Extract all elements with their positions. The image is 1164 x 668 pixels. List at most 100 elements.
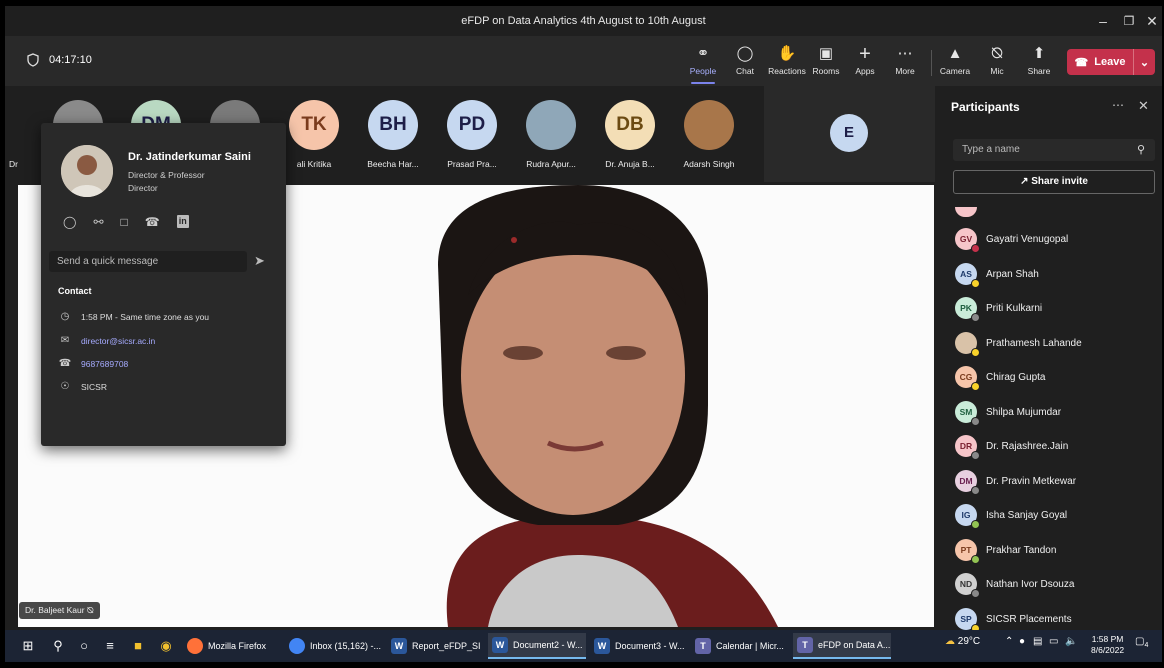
camera-button[interactable]: ▲ Camera <box>933 44 977 82</box>
tray-overflow-icon[interactable]: ⌃ <box>1005 636 1013 647</box>
chat-button[interactable]: ◯ Chat <box>723 44 767 82</box>
participant-row[interactable]: PK Priti Kulkarni <box>955 296 1042 322</box>
participant-row[interactable]: PT Prakhar Tandon <box>955 538 1056 564</box>
network-icon[interactable]: ▤ <box>1033 636 1042 647</box>
apps-button[interactable]: + Apps <box>843 44 887 82</box>
rooms-button[interactable]: ▣ Rooms <box>804 44 848 82</box>
leave-button[interactable]: ☎ Leave ⌄ <box>1067 49 1155 75</box>
participant-row[interactable]: SP SICSR Placements <box>955 607 1072 633</box>
taskbar-firefox[interactable]: Mozilla Firefox <box>183 633 279 659</box>
close-icon[interactable]: ✕ <box>1138 98 1149 114</box>
gallery-tile[interactable]: TK ali Kritika <box>275 86 353 185</box>
mic-button[interactable]: ⦰ Mic <box>975 44 1019 82</box>
more-button[interactable]: ⋯ More <box>883 44 927 82</box>
quick-message-input[interactable]: Send a quick message <box>49 251 247 272</box>
chevron-down-icon: ⌄ <box>1139 56 1150 69</box>
more-options-icon[interactable]: ⋯ <box>1112 98 1124 112</box>
gallery-tile[interactable]: BH Beecha Har... <box>354 86 432 185</box>
notification-center-icon[interactable]: ▢4 <box>1135 636 1148 649</box>
taskbar-clock[interactable]: 1:58 PM 8/6/2022 <box>1091 634 1124 656</box>
gallery-tile[interactable]: Rudra Apur... <box>512 86 590 185</box>
avatar: SP <box>955 608 980 633</box>
taskbar-report-doc[interactable]: W Report_eFDP_SI... <box>387 633 481 659</box>
word-icon: W <box>391 638 407 654</box>
windows-taskbar: ⊞ ⚲ ○ ≡ ■ ◉ Mozilla Firefox Inbox (15,16… <box>5 630 1162 662</box>
share-invite-button[interactable]: ↗ Share invite <box>953 170 1155 194</box>
chrome-app-icon <box>289 638 305 654</box>
profile-photo <box>61 145 113 197</box>
sticky-notes-icon[interactable]: ■ <box>127 635 149 657</box>
avatar: DR <box>955 435 980 460</box>
phone-icon[interactable]: ☎ <box>145 215 160 229</box>
close-window-button[interactable]: ✕ <box>1139 12 1162 30</box>
participant-row[interactable]: IG Isha Sanjay Goyal <box>955 503 1067 529</box>
avatar: PT <box>955 539 980 564</box>
gallery-tile[interactable]: PD Prasad Pra... <box>433 86 511 185</box>
display-icon[interactable]: ▭ <box>1049 636 1058 647</box>
taskbar-efdp-meeting[interactable]: TeFDP on Data A... <box>793 633 891 659</box>
avatar: TK <box>289 100 339 150</box>
minimize-button[interactable]: – <box>1090 12 1116 30</box>
participant-row[interactable]: Prathamesh Lahande <box>955 331 1082 357</box>
participant-row-partial[interactable] <box>955 200 977 224</box>
taskbar-inbox[interactable]: Inbox (15,162) -... <box>285 633 381 659</box>
avatar <box>526 100 576 150</box>
title-bar: eFDP on Data Analytics 4th August to 10t… <box>5 6 1162 36</box>
taskbar-document2[interactable]: W Document2 - W... <box>488 633 586 659</box>
gallery-tile[interactable]: DB Dr. Anuja B... <box>591 86 669 185</box>
windows-start-icon[interactable]: ⊞ <box>17 635 39 657</box>
mic-muted-icon: ⦰ <box>86 605 94 615</box>
linkedin-icon[interactable]: in <box>176 215 189 228</box>
participant-row[interactable]: DR Dr. Rajashree.Jain <box>955 434 1068 460</box>
avatar: E <box>830 114 868 152</box>
participant-row[interactable]: GV Gayatri Venugopal <box>955 227 1068 253</box>
participant-search-input[interactable]: Type a name ⚲ <box>953 139 1155 161</box>
taskbar-calendar[interactable]: T Calendar | Micr... <box>691 633 789 659</box>
gallery-tile[interactable]: Adarsh Singh <box>670 86 748 185</box>
participant-row[interactable]: AS Arpan Shah <box>955 262 1039 288</box>
volume-icon[interactable]: 🔈 <box>1065 636 1077 647</box>
people-icon: ⚭ <box>696 45 710 62</box>
chat-icon[interactable]: ◯ <box>63 215 76 229</box>
reactions-button[interactable]: ✋ Reactions <box>765 44 809 82</box>
contact-phone[interactable]: ☎ 9687689708 <box>58 358 129 369</box>
avatar: PK <box>955 297 980 322</box>
weather-icon: ☁ <box>945 636 955 647</box>
plus-icon: + <box>859 43 871 65</box>
send-icon[interactable]: ➤ <box>254 253 265 269</box>
video-call-icon[interactable]: □ <box>121 215 128 229</box>
contact-title: Contact <box>58 286 92 296</box>
leave-main[interactable]: ☎ Leave <box>1067 56 1133 69</box>
share-button[interactable]: ⬆ Share <box>1017 44 1061 82</box>
teams-icon: T <box>797 637 813 653</box>
avatar: DM <box>955 470 980 495</box>
leave-options-button[interactable]: ⌄ <box>1133 49 1155 75</box>
more-icon: ⋯ <box>897 45 913 62</box>
chrome-icon[interactable]: ◉ <box>155 635 177 657</box>
participant-row[interactable]: CG Chirag Gupta <box>955 365 1045 391</box>
rooms-icon: ▣ <box>818 45 834 62</box>
participant-row[interactable]: DM Dr. Pravin Metkewar <box>955 469 1076 495</box>
weather-widget[interactable]: ☁ 29°C <box>945 636 980 647</box>
people-button[interactable]: ⚭ People <box>681 44 725 84</box>
cortana-icon[interactable]: ○ <box>73 635 95 657</box>
microphone-icon[interactable]: ● <box>1019 636 1025 647</box>
timer-text: 04:17:10 <box>49 54 92 66</box>
contact-location: ☉ SICSR <box>58 381 107 392</box>
avatar: ND <box>955 573 980 598</box>
avatar <box>684 100 734 150</box>
contact-email[interactable]: ✉ director@sicsr.ac.in <box>58 335 156 346</box>
avatar: IG <box>955 504 980 529</box>
word-icon: W <box>492 637 508 653</box>
org-chart-icon[interactable]: ⚯ <box>93 215 103 229</box>
participants-title: Participants <box>951 100 1020 114</box>
search-icon[interactable]: ⚲ <box>47 635 69 657</box>
task-view-icon[interactable]: ≡ <box>99 635 121 657</box>
video-tile-e[interactable]: E <box>764 86 935 182</box>
participant-row[interactable]: SM Shilpa Mujumdar <box>955 400 1061 426</box>
teams-icon: T <box>695 638 711 654</box>
mic-off-icon: ⦰ <box>990 45 1004 62</box>
camera-off-icon: ▲ <box>947 45 963 62</box>
participant-row[interactable]: ND Nathan Ivor Dsouza <box>955 572 1074 598</box>
taskbar-document3[interactable]: W Document3 - W... <box>590 633 686 659</box>
